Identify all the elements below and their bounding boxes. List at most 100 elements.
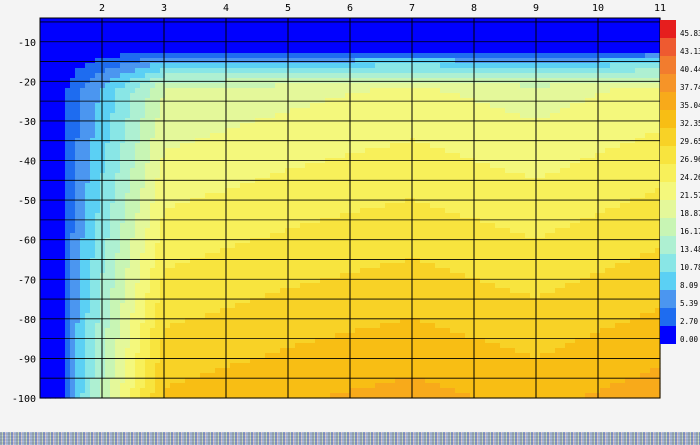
contour-cell <box>605 18 611 24</box>
contour-cell <box>150 78 156 84</box>
contour-cell <box>155 133 161 139</box>
contour-cell <box>500 73 506 79</box>
contour-cell <box>135 173 141 179</box>
contour-cell <box>440 88 446 94</box>
contour-cell <box>100 208 106 214</box>
contour-cell <box>590 193 596 199</box>
contour-cell <box>290 43 296 49</box>
contour-cell <box>215 68 221 74</box>
contour-cell <box>610 48 616 54</box>
contour-cell <box>400 88 406 94</box>
contour-cell <box>545 153 551 159</box>
contour-cell <box>210 103 216 109</box>
contour-cell <box>440 168 446 174</box>
contour-cell <box>275 68 281 74</box>
contour-cell <box>465 213 471 219</box>
contour-cell <box>65 208 71 214</box>
contour-cell <box>600 48 606 54</box>
contour-cell <box>40 133 46 139</box>
contour-cell <box>180 188 186 194</box>
contour-cell <box>60 213 66 219</box>
contour-cell <box>435 33 441 39</box>
contour-cell <box>465 198 471 204</box>
contour-cell <box>205 68 211 74</box>
contour-cell <box>275 208 281 214</box>
contour-cell <box>625 208 631 214</box>
contour-cell <box>165 153 171 159</box>
contour-cell <box>50 198 56 204</box>
contour-cell <box>475 38 481 44</box>
contour-cell <box>400 173 406 179</box>
contour-cell <box>525 68 531 74</box>
contour-cell <box>555 168 561 174</box>
contour-cell <box>50 193 56 199</box>
contour-cell <box>400 143 406 149</box>
contour-cell <box>365 213 371 219</box>
contour-cell <box>335 153 341 159</box>
contour-cell <box>145 143 151 149</box>
contour-cell <box>550 188 556 194</box>
contour-cell <box>215 43 221 49</box>
contour-cell <box>120 203 126 209</box>
contour-cell <box>430 43 436 49</box>
contour-cell <box>390 128 396 134</box>
contour-cell <box>200 128 206 134</box>
contour-cell <box>410 123 416 129</box>
contour-cell <box>90 58 96 64</box>
contour-cell <box>645 128 651 134</box>
contour-cell <box>40 53 46 59</box>
contour-cell <box>580 148 586 154</box>
contour-cell <box>650 28 656 34</box>
contour-cell <box>230 53 236 59</box>
contour-cell <box>395 173 401 179</box>
contour-cell <box>495 163 501 169</box>
contour-cell <box>95 143 101 149</box>
contour-cell <box>295 28 301 34</box>
contour-cell <box>230 178 236 184</box>
contour-cell <box>310 28 316 34</box>
contour-cell <box>640 78 646 84</box>
contour-cell <box>390 78 396 84</box>
contour-cell <box>570 28 576 34</box>
contour-cell <box>245 183 251 189</box>
contour-cell <box>150 193 156 199</box>
contour-cell <box>170 73 176 79</box>
contour-cell <box>280 88 286 94</box>
contour-cell <box>165 163 171 169</box>
contour-cell <box>350 108 356 114</box>
contour-cell <box>600 208 606 214</box>
contour-cell <box>410 163 416 169</box>
contour-cell <box>410 198 416 204</box>
contour-cell <box>315 43 321 49</box>
contour-cell <box>190 113 196 119</box>
contour-cell <box>395 143 401 149</box>
contour-cell <box>45 48 51 54</box>
contour-cell <box>150 183 156 189</box>
contour-cell <box>230 48 236 54</box>
contour-cell <box>515 53 521 59</box>
contour-cell <box>110 88 116 94</box>
contour-cell <box>400 203 406 209</box>
contour-cell <box>210 93 216 99</box>
contour-cell <box>520 48 526 54</box>
contour-cell <box>380 23 386 29</box>
contour-cell <box>410 208 416 214</box>
contour-cell <box>305 198 311 204</box>
contour-cell <box>405 183 411 189</box>
contour-cell <box>475 68 481 74</box>
contour-cell <box>310 38 316 44</box>
contour-cell <box>390 148 396 154</box>
contour-cell <box>360 203 366 209</box>
contour-cell <box>590 123 596 129</box>
contour-cell <box>575 38 581 44</box>
contour-cell <box>460 213 466 219</box>
contour-cell <box>55 198 61 204</box>
contour-cell <box>170 203 176 209</box>
contour-cell <box>335 83 341 89</box>
contour-cell <box>185 23 191 29</box>
contour-cell <box>370 18 376 24</box>
contour-cell <box>220 198 226 204</box>
contour-cell <box>200 143 206 149</box>
contour-cell <box>140 43 146 49</box>
contour-cell <box>220 38 226 44</box>
